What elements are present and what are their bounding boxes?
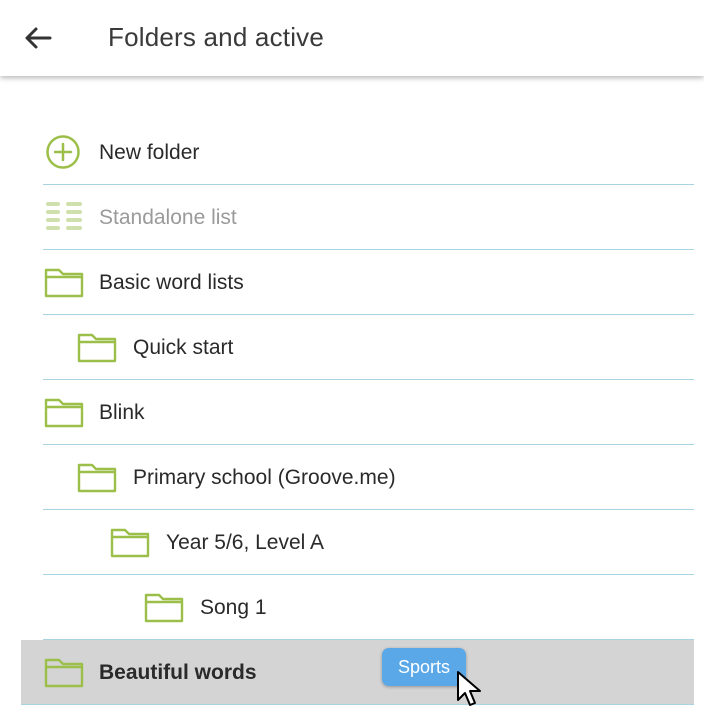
folder-item-year-5-6[interactable]: Year 5/6, Level A xyxy=(43,510,694,575)
back-arrow-icon xyxy=(25,27,52,49)
list-icon xyxy=(46,202,82,230)
mouse-pointer-icon xyxy=(457,671,481,706)
folder-item-blink[interactable]: Blink xyxy=(43,380,694,445)
list-item-label: Beautiful words xyxy=(99,661,257,684)
folder-icon xyxy=(44,658,84,688)
list-item-label: Standalone list xyxy=(99,206,237,229)
page-title: Folders and active xyxy=(108,22,325,52)
new-folder-item[interactable]: New folder xyxy=(43,120,694,185)
list-item-label: Basic word lists xyxy=(99,271,244,294)
folder-icon xyxy=(44,398,84,428)
list-item-label: Song 1 xyxy=(200,596,267,619)
list-item-label: New folder xyxy=(99,141,200,164)
folder-item-beautiful-words[interactable]: Beautiful words xyxy=(21,640,694,705)
plus-circle-icon xyxy=(46,135,80,169)
drag-chip[interactable]: Sports xyxy=(382,648,466,686)
back-button[interactable] xyxy=(18,20,58,56)
folder-icon xyxy=(110,528,150,558)
folder-item-basic-word-lists[interactable]: Basic word lists xyxy=(43,250,694,315)
folder-item-quick-start[interactable]: Quick start xyxy=(43,315,694,380)
standalone-list-item[interactable]: Standalone list xyxy=(43,185,694,250)
folder-icon xyxy=(77,463,117,493)
folder-icon xyxy=(144,593,184,623)
list-item-label: Blink xyxy=(99,401,145,424)
folder-item-primary-school[interactable]: Primary school (Groove.me) xyxy=(43,445,694,510)
app-bar: Folders and active xyxy=(0,0,704,76)
drag-chip-label: Sports xyxy=(397,656,451,677)
list-item-label: Year 5/6, Level A xyxy=(166,531,325,554)
folder-list: New folder Standalone list Basic word li… xyxy=(0,120,704,705)
list-item-label: Primary school (Groove.me) xyxy=(133,466,396,489)
folder-icon xyxy=(77,333,117,363)
folder-item-song-1[interactable]: Song 1 xyxy=(43,575,694,640)
list-item-label: Quick start xyxy=(133,336,234,359)
folder-icon xyxy=(44,268,84,298)
